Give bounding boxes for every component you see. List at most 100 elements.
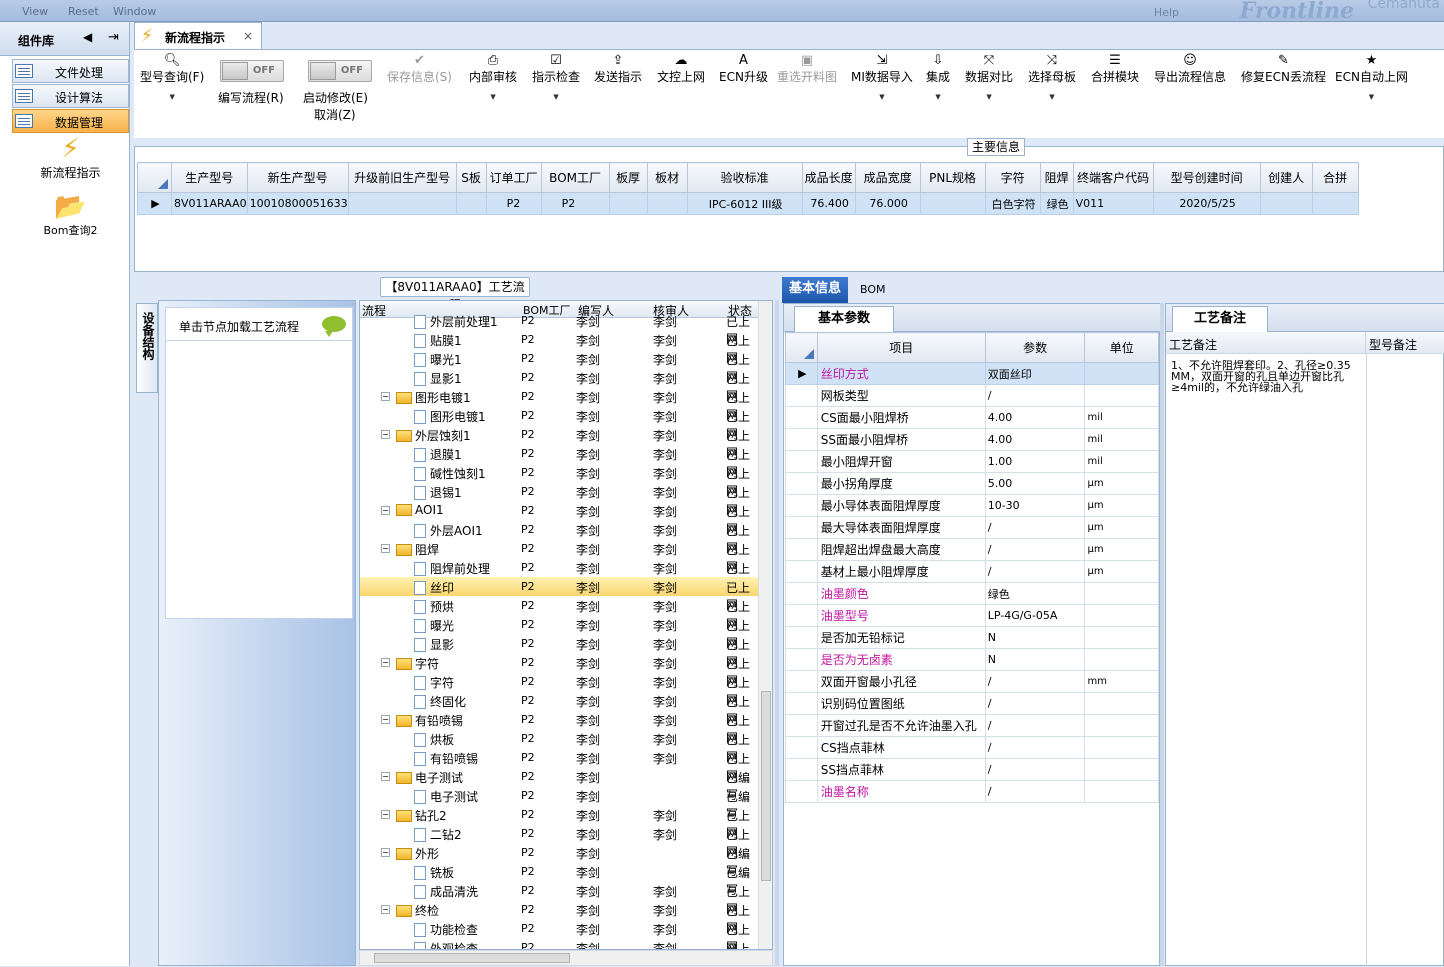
tree-node-label[interactable]: AOI1 [396,503,444,517]
column-header[interactable]: 阻焊 [1039,162,1074,193]
doc-control-online-button[interactable]: ☁ 文控上网 [657,54,705,85]
column-header[interactable]: 工艺备注 [1166,332,1366,354]
tree-node[interactable]: 图形电镀1 P2 李剑 李剑 已上网 [360,406,760,441]
tree-node-label[interactable]: 显影 [414,636,454,653]
table-cell[interactable]: P2 [485,192,542,215]
tree-node-group[interactable]: − 终检 P2 李剑 李剑 已上网 [360,900,760,935]
tree-node-label[interactable]: 退锡1 [414,484,462,501]
param-value[interactable]: / [984,538,1086,561]
integrate-button[interactable]: ⇩ 集成 ▼ [926,54,950,102]
param-value[interactable]: LP-4G/G-05A [984,604,1086,627]
column-header[interactable]: S板 [455,162,487,193]
collapse-icon[interactable]: − [381,430,390,439]
tree-node-label[interactable]: 外观检查 [414,940,478,949]
param-value[interactable]: / [984,692,1086,715]
tree-node-label[interactable]: 终固化 [414,693,466,710]
tree-node-label[interactable]: 丝印 [414,579,454,596]
param-value[interactable]: / [984,714,1086,737]
tree-node[interactable]: 功能检查 P2 李剑 李剑 已上网 [360,919,760,949]
tab-new-flow[interactable]: ⚡ 新流程指示 × [134,22,262,50]
library-item-design-algorithm[interactable]: 设计算法 [12,84,129,108]
param-value[interactable]: / [984,758,1086,781]
tree-node-label[interactable]: 有铅喷锡 [396,712,463,729]
tree-node-label[interactable]: 字符 [396,655,439,672]
tree-node-label[interactable]: 字符 [414,674,454,691]
tree-node-label[interactable]: 烘板 [414,731,454,748]
table-cell[interactable]: P2 [540,192,610,215]
column-header[interactable]: 终端客户代码 [1072,162,1154,193]
internal-review-button[interactable]: ⎙ 内部审核 ▼ [469,54,517,102]
column-header[interactable]: 创建人 [1259,162,1313,193]
merge-module-button[interactable]: ☰ 合拼模块 [1091,54,1139,85]
ecn-auto-online-button[interactable]: ★ ECN自动上网 ▼ [1335,54,1408,102]
menu-window[interactable]: Window [113,5,156,18]
column-header[interactable]: 板材 [646,162,688,193]
tree-node[interactable]: 阻焊前处理P2李剑李剑已上网 [360,558,760,593]
param-value[interactable]: N [984,648,1086,671]
tree-node[interactable]: 外层前处理1 P2 李剑 李剑 已上网 [360,311,760,346]
cancel-button[interactable]: 取消(Z) [314,106,356,123]
table-cell[interactable] [1311,192,1359,215]
close-icon[interactable]: × [243,29,253,43]
tree-node[interactable]: 电子测试 P2 李剑 已编写 [360,786,760,821]
column-header[interactable]: 型号创建时间 [1152,162,1261,193]
collapse-icon[interactable]: − [381,658,390,667]
param-value[interactable]: 4.00 [984,406,1086,429]
load-flow-hint[interactable]: 单击节点加载工艺流程 [165,307,353,341]
tree-node-group[interactable]: − 图形电镀1 P2 李剑 李剑 已上网 [360,387,760,422]
tab-bom[interactable]: BOM [860,283,886,296]
tree-node-label[interactable]: 外形 [396,845,439,862]
tree-node-label[interactable]: 贴膜1 [414,332,462,349]
tree-node[interactable]: 外观检查 P2 李剑 李剑 已上网 [360,938,760,949]
column-header[interactable]: 字符 [984,162,1041,193]
table-cell[interactable] [919,192,986,215]
column-header[interactable]: BOM工厂 [540,162,610,193]
collapse-icon[interactable]: − [381,848,390,857]
tree-node[interactable]: 成品清洗 P2 李剑 李剑 已上网 [360,881,760,916]
param-value[interactable]: / [984,516,1086,539]
table-row[interactable]: 油墨名称 / [785,780,1159,803]
table-cell[interactable]: 76.000 [854,192,921,215]
scroll-thumb[interactable] [374,953,570,963]
table-row[interactable]: 最小导体表面阻焊厚度 10-30 μm [785,494,1159,517]
flow-tree-hscroll[interactable] [359,950,773,966]
table-row[interactable]: ▶ 8V011ARAA0 10010800051633 P2 P2 IPC-60… [137,192,1359,215]
table-row[interactable]: 网板类型 / [785,384,1159,407]
tree-node[interactable]: 贴膜1 P2 李剑 李剑 已上网 [360,330,760,365]
select-mother-board-button[interactable]: ⤨ 选择母板 ▼ [1028,54,1076,102]
column-header[interactable]: 升级前旧生产型号 [347,162,457,193]
tree-node-group[interactable]: − 阻焊 P2 李剑 李剑 已上网 [360,539,760,574]
column-header[interactable]: 板厚 [608,162,648,193]
column-header[interactable]: 型号备注 [1366,332,1444,354]
collapse-icon[interactable]: − [381,392,390,401]
tree-node[interactable]: 丝印 P2 李剑 李剑 已上网 [360,577,760,612]
tree-node-label[interactable]: 电子测试 [396,769,463,786]
tree-node-group[interactable]: − 外层蚀刻1 P2 李剑 李剑 已上网 [360,425,760,460]
tree-node[interactable]: 烘板 P2 李剑 李剑 已上网 [360,729,760,764]
tree-node-group[interactable]: − 字符 P2 李剑 李剑 已上网 [360,653,760,688]
table-row[interactable]: SS挡点菲林 / [785,758,1159,781]
tree-node-label[interactable]: 图形电镀1 [414,408,486,425]
table-cell[interactable]: 76.400 [801,192,856,215]
tree-node-group[interactable]: − 外形 P2 李剑 已编写 [360,843,760,878]
table-row[interactable]: 是否为无卤素 N [785,648,1159,671]
param-value[interactable]: / [984,384,1086,407]
table-row[interactable]: ▶ 丝印方式 双面丝印 [785,362,1159,385]
table-cell[interactable] [455,192,487,215]
table-row[interactable]: 最小拐角厚度 5.00 μm [785,472,1159,495]
param-value[interactable]: 绿色 [984,582,1086,605]
edit-flow-toggle[interactable]: OFF [220,60,284,82]
table-cell[interactable]: 绿色 [1039,192,1074,215]
data-compare-button[interactable]: ⤧ 数据对比 ▼ [965,54,1013,102]
tree-node-label[interactable]: 曝光1 [414,351,462,368]
tree-node-label[interactable]: 曝光 [414,617,454,634]
tree-node[interactable]: 碱性蚀刻1 P2 李剑 李剑 已上网 [360,463,760,498]
table-row[interactable]: SS面最小阻焊桥 4.00 mil [785,428,1159,451]
tree-node-label[interactable]: 钻孔2 [396,807,447,824]
menu-help[interactable]: Help [1154,6,1179,19]
param-value[interactable]: / [984,670,1086,693]
column-header[interactable]: 参数 [984,332,1086,363]
tree-node[interactable]: 字符 P2 李剑 李剑 已上网 [360,672,760,707]
tree-node-label[interactable]: 阻焊 [396,541,439,558]
new-flow-launcher[interactable]: ⚡ 新流程指示 [12,134,129,181]
